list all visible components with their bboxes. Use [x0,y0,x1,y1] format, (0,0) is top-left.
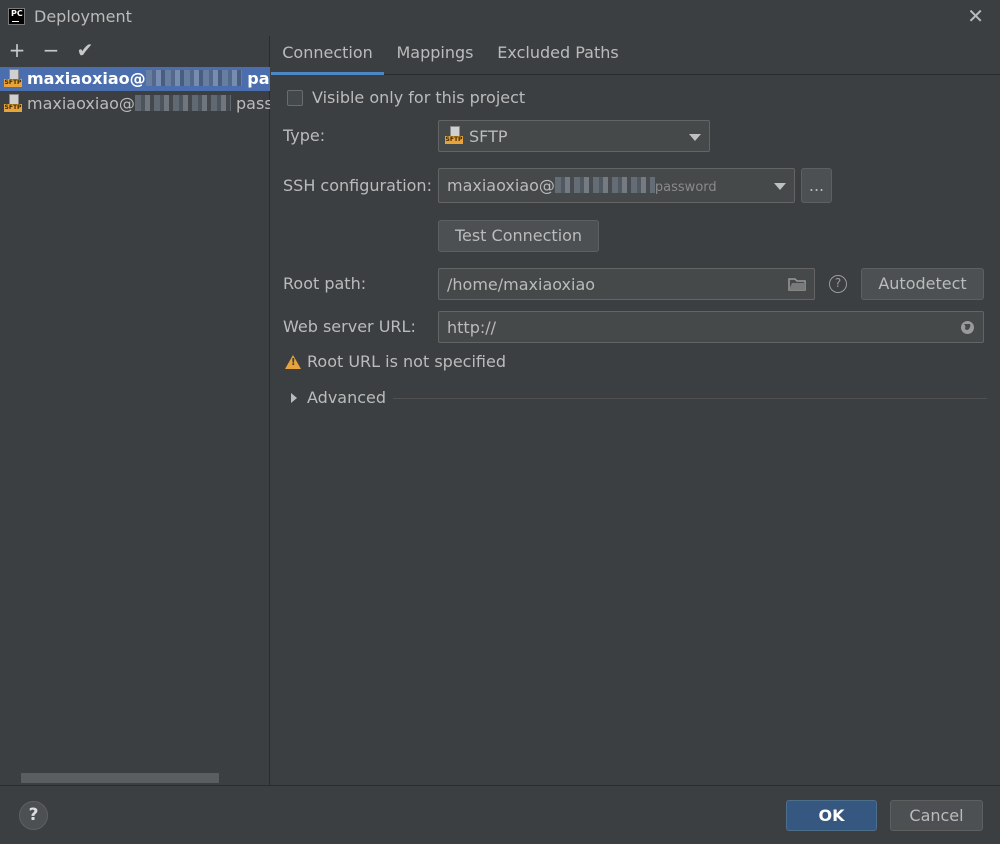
ok-button[interactable]: OK [786,800,877,831]
type-label: Type: [283,126,326,145]
add-server-button[interactable]: + [7,40,27,60]
server-name: maxiaoxiao@ [27,94,135,113]
window-title: Deployment [34,7,132,26]
web-server-url-field[interactable]: http:// [438,311,984,343]
server-name: maxiaoxiao@ [27,69,146,88]
tab-bar: Connection Mappings Excluded Paths [271,36,1000,75]
set-default-check-button[interactable]: ✔ [75,40,95,60]
warning-icon [285,355,301,369]
root-path-label: Root path: [283,274,367,293]
root-url-warning: Root URL is not specified [307,352,506,371]
web-server-url-value: http:// [447,318,497,337]
root-path-field[interactable]: /home/maxiaoxiao [438,268,815,300]
title-bar: PC Deployment ✕ [0,0,1000,36]
advanced-section-toggle[interactable]: Advanced [307,388,386,407]
root-path-value: /home/maxiaoxiao [447,275,596,294]
sftp-server-icon: SFTP [4,94,22,114]
redacted-host [554,177,655,193]
tab-connection[interactable]: Connection [271,36,384,75]
expand-triangle-icon[interactable] [291,393,297,403]
server-list-item[interactable]: SFTP maxiaoxiao@ passv [0,92,270,116]
tab-excluded-paths[interactable]: Excluded Paths [490,36,626,75]
pycharm-app-icon: PC [8,8,25,25]
chevron-down-icon [774,183,786,190]
advanced-separator [393,398,987,399]
type-value: SFTP [469,127,508,146]
redacted-host [134,95,231,111]
dialog-footer: ? OK Cancel [0,785,1000,844]
remove-server-button[interactable]: − [41,40,61,60]
web-server-url-label: Web server URL: [283,317,416,336]
server-name-suffix: passv [236,94,270,113]
ssh-config-dropdown[interactable]: maxiaoxiao@ password [438,168,795,203]
visible-only-checkbox[interactable] [287,90,303,106]
ssh-config-label: SSH configuration: [283,176,432,195]
help-icon[interactable]: ? [829,275,847,293]
sftp-icon: SFTP [445,126,463,146]
test-connection-button[interactable]: Test Connection [438,220,599,252]
ssh-config-more-button[interactable]: ... [801,168,832,203]
chevron-down-icon [689,134,701,141]
server-list-item[interactable]: SFTP maxiaoxiao@ pa [0,67,270,91]
visible-only-label: Visible only for this project [312,88,526,107]
type-dropdown[interactable]: SFTP SFTP [438,120,710,152]
sftp-server-default-icon: SFTP [4,69,22,89]
server-name-suffix: pa [247,69,270,88]
help-button[interactable]: ? [19,801,48,830]
folder-icon[interactable] [788,277,806,291]
redacted-host [145,70,242,86]
server-list-panel: + − ✔ SFTP maxiaoxiao@ pa SFTP maxiaoxia… [0,36,270,785]
horizontal-scrollbar[interactable] [21,773,219,783]
cancel-button[interactable]: Cancel [890,800,983,831]
globe-icon[interactable] [960,320,975,335]
tab-mappings[interactable]: Mappings [389,36,481,75]
connection-panel: Visible only for this project Type: SFTP… [271,76,1000,785]
close-icon[interactable]: ✕ [967,4,984,28]
autodetect-button[interactable]: Autodetect [861,268,984,300]
ssh-config-value: maxiaoxiao@ password [447,176,717,195]
